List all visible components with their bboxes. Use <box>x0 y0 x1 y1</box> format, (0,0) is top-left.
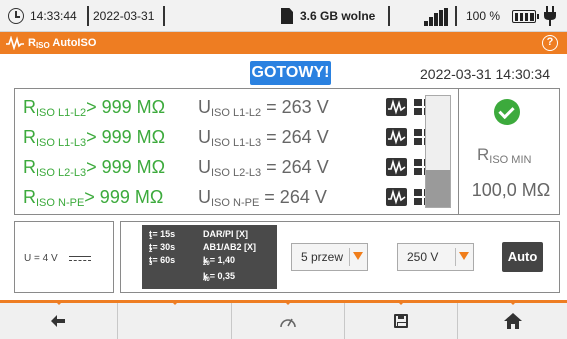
status-divider <box>163 6 165 26</box>
rmin-label: RISO MIN <box>477 145 532 166</box>
test-voltage-select[interactable]: 250 V <box>397 243 474 271</box>
title-bar: RISO AutoISO ? <box>0 32 567 54</box>
param-k40: k 40 = 0,35 <box>203 271 235 283</box>
resistance-reading: RISO L1-L3> 999 MΩ <box>23 127 166 149</box>
home-icon <box>503 313 522 329</box>
result-row: RISO L1-L2> 999 MΩ UISO L1-L2 = 263 V <box>15 94 455 120</box>
help-icon[interactable]: ? <box>542 35 558 51</box>
battery-percent: 100 % <box>466 9 501 23</box>
status-divider <box>455 6 457 26</box>
param-t1: t1 = 15s <box>149 229 176 241</box>
voltage-reading: UISO L1-L3 = 264 V <box>198 127 329 149</box>
save-button[interactable] <box>345 302 458 339</box>
test-voltage-value: 250 V <box>407 250 439 264</box>
voltage-reading: UISO L1-L2 = 263 V <box>198 97 329 119</box>
result-row: RISO N-PE> 999 MΩ UISO N-PE = 264 V <box>15 184 455 210</box>
param-ab: AB1/AB2 [X] <box>203 242 257 252</box>
voltage-indicator: U = 4 V <box>24 253 58 264</box>
waveform-chart-button[interactable] <box>386 158 407 176</box>
save-icon <box>394 314 408 328</box>
gauge-icon <box>280 318 296 328</box>
dc-icon <box>69 256 91 262</box>
status-divider <box>87 6 89 26</box>
status-time: 14:33:44 <box>30 9 77 23</box>
back-arrow-icon <box>51 315 65 327</box>
wires-select-value: 5 przew <box>301 250 344 264</box>
param-dar-pi: DAR/PI [X] <box>203 229 248 239</box>
page-title: RISO AutoISO <box>28 37 97 50</box>
results-panel: RISO L1-L2> 999 MΩ UISO L1-L2 = 263 V RI… <box>14 88 560 215</box>
waveform-chart-button[interactable] <box>386 98 407 116</box>
back-button[interactable] <box>0 302 118 339</box>
waveform-icon <box>6 36 24 50</box>
storage-free: 3.6 GB wolne <box>300 9 376 23</box>
empty-toolbar-slot <box>118 302 232 339</box>
status-date: 2022-03-31 <box>93 9 155 23</box>
bottom-toolbar <box>0 300 567 339</box>
sd-card-icon <box>281 8 293 24</box>
progress-bar <box>425 95 451 208</box>
voltage-indicator-box: U = 4 V <box>14 221 114 293</box>
check-icon <box>494 99 520 125</box>
waveform-chart-button[interactable] <box>386 128 407 146</box>
signal-icon <box>424 8 448 26</box>
param-t2: t2 = 30s <box>149 242 176 254</box>
measurement-datetime: 2022-03-31 14:30:34 <box>420 66 550 82</box>
chevron-down-icon[interactable] <box>353 252 363 260</box>
resistance-reading: RISO L2-L3> 999 MΩ <box>23 157 166 179</box>
clock-icon <box>8 8 24 24</box>
battery-icon <box>512 10 539 23</box>
voltage-reading: UISO L2-L3 = 264 V <box>198 157 329 179</box>
rmin-value: 100,0 MΩ <box>471 180 551 200</box>
status-bar: 14:33:44 2022-03-31 3.6 GB wolne 100 % <box>0 0 567 32</box>
resistance-reading: RISO L1-L2> 999 MΩ <box>23 97 166 119</box>
settings-panel: t1 = 15s t2 = 30s t3 = 60s DAR/PI [X] AB… <box>120 221 560 293</box>
waveform-chart-button[interactable] <box>386 188 407 206</box>
status-divider <box>388 6 390 26</box>
dropdown-divider <box>455 248 456 266</box>
chevron-down-icon[interactable] <box>459 252 469 260</box>
meter-screen: 14:33:44 2022-03-31 3.6 GB wolne 100 % R… <box>0 0 567 339</box>
status-badge: GOTOWY! <box>250 61 331 85</box>
param-t3: t3 = 60s <box>149 255 176 267</box>
voltage-reading: UISO N-PE = 264 V <box>198 187 327 209</box>
result-row: RISO L2-L3> 999 MΩ UISO L2-L3 = 264 V <box>15 154 455 180</box>
wires-select[interactable]: 5 przew <box>291 243 368 271</box>
parameters-box[interactable]: t1 = 15s t2 = 30s t3 = 60s DAR/PI [X] AB… <box>142 225 277 289</box>
resistance-reading: RISO N-PE> 999 MΩ <box>23 187 164 209</box>
panel-divider <box>458 89 459 214</box>
measure-button[interactable] <box>232 302 345 339</box>
auto-button[interactable]: Auto <box>502 242 543 272</box>
plug-icon <box>544 6 556 26</box>
dropdown-divider <box>349 248 350 266</box>
param-k20: k 20 = 1,40 <box>203 255 235 267</box>
progress-fill <box>426 170 450 207</box>
result-row: RISO L1-L3> 999 MΩ UISO L1-L3 = 264 V <box>15 124 455 150</box>
home-button[interactable] <box>458 302 567 339</box>
